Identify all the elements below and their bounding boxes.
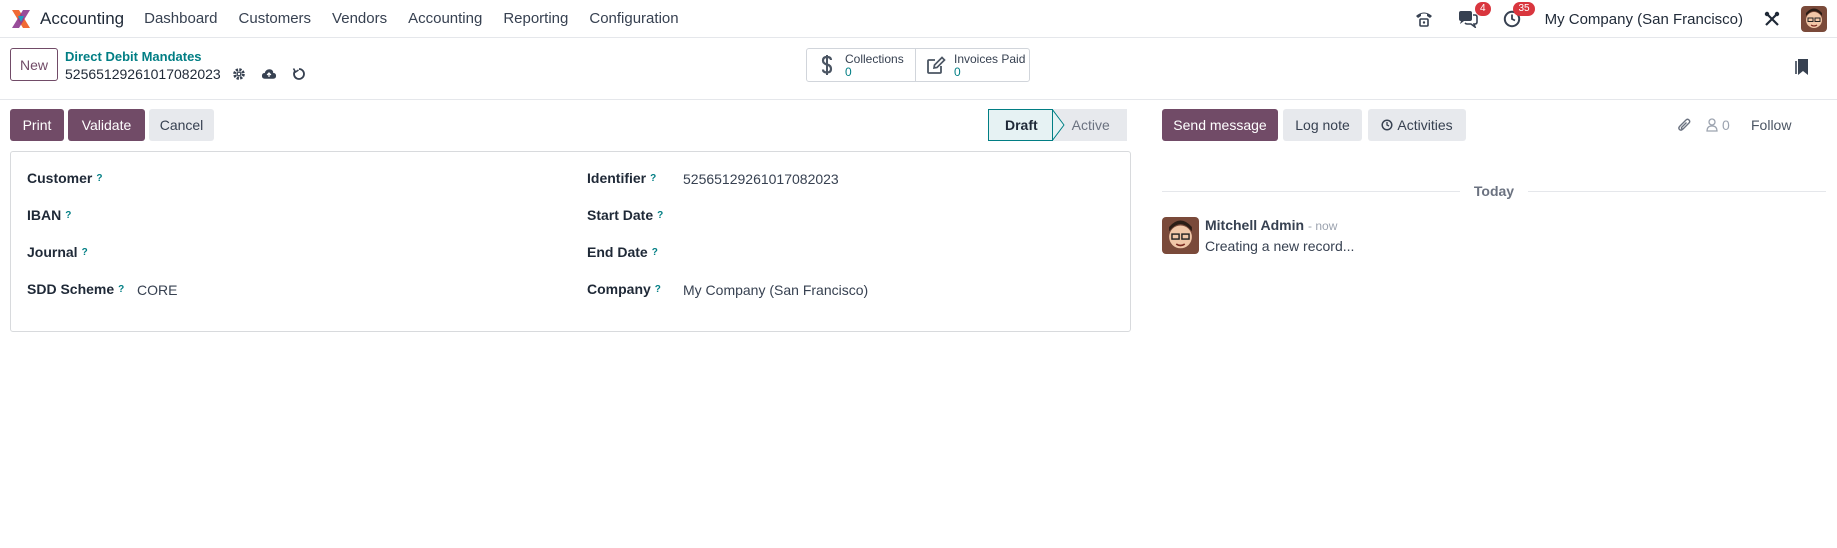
new-button[interactable]: New [10,48,59,81]
journal-label: Journal [27,244,78,260]
stage-active[interactable]: Active [1065,109,1127,141]
collections-smart-button[interactable]: Collections 0 [807,49,915,81]
field-customer[interactable]: Customer? [27,168,102,188]
company-value[interactable]: My Company (San Francisco) [683,282,868,298]
help-tooltip-icon[interactable]: ? [65,210,71,221]
invoices-paid-count: 0 [954,64,961,79]
record-name: 52565129261017082023 [65,66,221,82]
pencil-square-icon [924,53,948,77]
field-start-date[interactable]: Start Date? [587,205,663,225]
form-sheet: Customer? IBAN? Journal? SDD Scheme? COR… [10,151,1131,332]
activities-button[interactable]: Activities [1368,109,1466,141]
field-sdd-scheme: SDD Scheme? [27,279,124,299]
menu-accounting[interactable]: Accounting [408,10,482,27]
menu-reporting[interactable]: Reporting [503,10,568,27]
save-cloud-icon[interactable] [261,66,277,82]
help-tooltip-icon[interactable]: ? [96,173,102,184]
top-navbar: Accounting Dashboard Customers Vendors A… [0,0,1837,38]
stage-draft[interactable]: Draft [988,109,1053,141]
validate-button[interactable]: Validate [68,109,145,141]
help-tooltip-icon[interactable]: ? [652,247,658,258]
invoices-paid-label: Invoices Paid [954,51,1026,66]
systray: 4 35 My Company (San Francisco) [1391,0,1827,38]
discard-icon[interactable] [291,66,307,82]
send-message-button[interactable]: Send message [1162,109,1278,141]
field-iban[interactable]: IBAN? [27,205,71,225]
form-statusbar: Print Validate Cancel Draft Active [0,101,1143,149]
followers-count: 0 [1722,117,1730,133]
messages-badge: 4 [1475,2,1491,16]
menu-configuration[interactable]: Configuration [589,10,678,27]
author-avatar[interactable] [1162,217,1199,254]
sdd-scheme-label: SDD Scheme [27,281,115,297]
menu-vendors[interactable]: Vendors [332,10,387,27]
log-note-button[interactable]: Log note [1283,109,1362,141]
menu-customers[interactable]: Customers [239,10,312,27]
paperclip-icon[interactable] [1677,117,1691,136]
user-avatar[interactable] [1801,6,1827,32]
dollar-icon [815,53,839,77]
iban-label: IBAN [27,207,62,223]
collections-count: 0 [845,64,852,79]
messages-icon[interactable]: 4 [1457,2,1491,30]
help-tooltip-icon[interactable]: ? [650,173,656,184]
field-end-date[interactable]: End Date? [587,242,658,262]
field-identifier: Identifier? [587,168,656,188]
activities-badge: 35 [1513,2,1535,16]
clock-icon [1381,119,1393,131]
app-name[interactable]: Accounting [40,9,124,29]
message-time: - now [1308,219,1338,233]
message-body: Creating a new record... [1205,238,1355,254]
sdd-scheme-value[interactable]: CORE [137,282,177,298]
stage-arrow-separator [1051,109,1066,141]
breadcrumb-parent[interactable]: Direct Debit Mandates [65,49,202,64]
collections-label: Collections [845,51,904,66]
message-author[interactable]: Mitchell Admin [1205,217,1304,233]
identifier-value[interactable]: 52565129261017082023 [683,171,839,187]
phone-icon[interactable] [1413,8,1435,30]
invoices-paid-smart-button[interactable]: Invoices Paid 0 [915,49,1029,81]
field-company: Company? [587,279,661,299]
date-separator: Today [1162,181,1827,201]
menu-dashboard[interactable]: Dashboard [144,10,217,27]
user-icon [1706,118,1718,132]
date-separator-label: Today [1473,183,1515,199]
status-pipeline: Draft Active [988,109,1127,141]
company-label: Company [587,281,651,297]
help-tooltip-icon[interactable]: ? [657,210,663,221]
company-switcher[interactable]: My Company (San Francisco) [1545,11,1743,28]
smart-buttons: Collections 0 Invoices Paid 0 [806,48,1030,82]
follow-button[interactable]: Follow [1751,117,1791,133]
gear-icon[interactable] [231,66,247,82]
form-view: Print Validate Cancel Draft Active Custo… [0,101,1143,332]
print-button[interactable]: Print [10,109,64,141]
followers-button[interactable]: 0 [1706,117,1730,133]
activities-label: Activities [1397,117,1453,133]
bookmark-icon[interactable] [1795,58,1809,79]
start-date-label: Start Date [587,207,654,223]
field-journal[interactable]: Journal? [27,242,88,262]
breadcrumb-current: 52565129261017082023 [65,66,307,82]
help-tooltip-icon[interactable]: ? [655,284,661,295]
cancel-button[interactable]: Cancel [149,109,214,141]
chatter-message: Mitchell Admin - now Creating a new reco… [1162,217,1354,254]
debug-tools-icon[interactable] [1761,8,1783,30]
end-date-label: End Date [587,244,648,260]
help-tooltip-icon[interactable]: ? [118,284,124,295]
identifier-label: Identifier [587,170,647,186]
customer-label: Customer [27,170,93,186]
accounting-app-icon[interactable] [10,8,32,30]
help-tooltip-icon[interactable]: ? [82,247,88,258]
activities-clock-icon[interactable]: 35 [1501,2,1535,30]
control-panel: New Direct Debit Mandates 52565129261017… [0,38,1837,100]
